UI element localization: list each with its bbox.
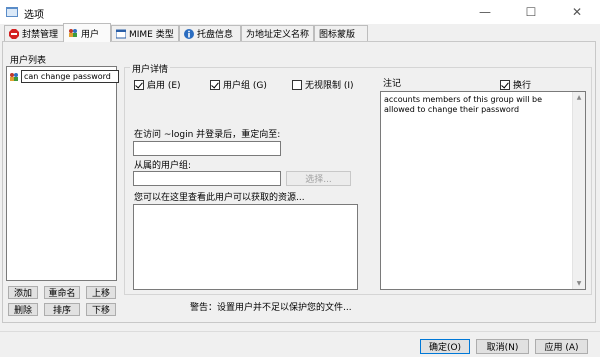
tab-label: 封禁管理 [22,30,59,40]
checkbox-label: 启用 (E) [147,81,181,91]
tab-address-names[interactable]: 为地址定义名称 [241,25,314,41]
close-button[interactable]: ✕ [554,0,600,24]
users-icon [10,72,18,81]
tab-tray-info[interactable]: 托盘信息 [179,25,241,41]
tab-mime-types[interactable]: MIME 类型 [111,25,179,41]
resources-label: 您可以在这里查看此用户可以获取的资源... [134,193,305,203]
scroll-down-icon[interactable]: ▼ [573,280,585,287]
checkbox-label: 换行 [513,81,532,91]
checkbox-box[interactable] [134,79,144,90]
redirect-input[interactable] [133,141,281,156]
notes-label: 注记 [383,79,402,89]
rename-button[interactable]: 重命名 [44,286,80,299]
minimize-button[interactable]: — [462,0,508,24]
list-item[interactable]: can change password [9,70,119,83]
user-list[interactable]: can change password [6,66,119,281]
belongs-input[interactable] [133,171,281,186]
warning-text: 警告：设置用户并不足以保护您的文件... [190,303,352,313]
footer-divider [0,331,600,332]
add-button[interactable]: 添加 [8,286,38,299]
move-down-button[interactable]: 下移 [86,303,116,316]
tab-label: 为地址定义名称 [246,30,310,40]
title-bar: 选项 — ☐ ✕ [0,0,600,24]
checkbox-box[interactable] [210,79,220,90]
tab-label: 图标蒙版 [319,30,356,40]
notes-textarea[interactable]: accounts members of this group will be a… [380,91,586,290]
ok-button[interactable]: 确定(O) [420,339,470,354]
tab-label: 用户 [81,29,100,40]
enable-checkbox[interactable]: 启用 (E) [134,78,181,91]
notes-scrollbar[interactable]: ▲ ▼ [572,92,585,289]
maximize-button[interactable]: ☐ [508,0,554,24]
redirect-label: 在访问 ~login 并登录后，重定向至: [134,130,281,140]
checkbox-label: 用户组 (G) [223,81,267,91]
cancel-button[interactable]: 取消(N) [476,339,529,354]
tab-icon-masks[interactable]: 图标蒙版 [314,25,368,41]
belongs-label: 从属的用户组: [134,161,192,171]
checkbox-box[interactable] [500,79,510,90]
tab-label: 托盘信息 [197,30,234,40]
info-icon [184,28,194,39]
word-wrap-checkbox[interactable]: 换行 [500,78,531,91]
stop-icon [9,28,19,39]
move-up-button[interactable]: 上移 [86,286,116,299]
users-icon [69,29,77,37]
checkbox-box[interactable] [292,79,302,90]
sort-button[interactable]: 排序 [44,303,80,316]
delete-button[interactable]: 删除 [8,303,38,316]
user-list-title: 用户列表 [10,56,47,66]
user-group-checkbox[interactable]: 用户组 (G) [210,78,267,91]
scroll-up-icon[interactable]: ▲ [573,94,585,101]
checkbox-label: 无视限制 (I) [305,81,354,91]
window-icon [116,29,126,38]
resources-list[interactable] [133,204,358,290]
notes-text: accounts members of this group will be a… [384,95,543,114]
select-button[interactable]: 选择... [286,171,351,186]
ignore-limits-checkbox[interactable]: 无视限制 (I) [292,78,354,91]
tab-label: MIME 类型 [129,30,174,40]
apply-button[interactable]: 应用 (A) [535,339,588,354]
rename-input[interactable]: can change password [21,70,119,83]
app-icon [6,7,18,17]
tab-ban-management[interactable]: 封禁管理 [4,25,64,41]
user-details-title: 用户详情 [130,62,171,75]
tab-users[interactable]: 用户 [63,23,111,42]
window-title: 选项 [24,10,44,21]
